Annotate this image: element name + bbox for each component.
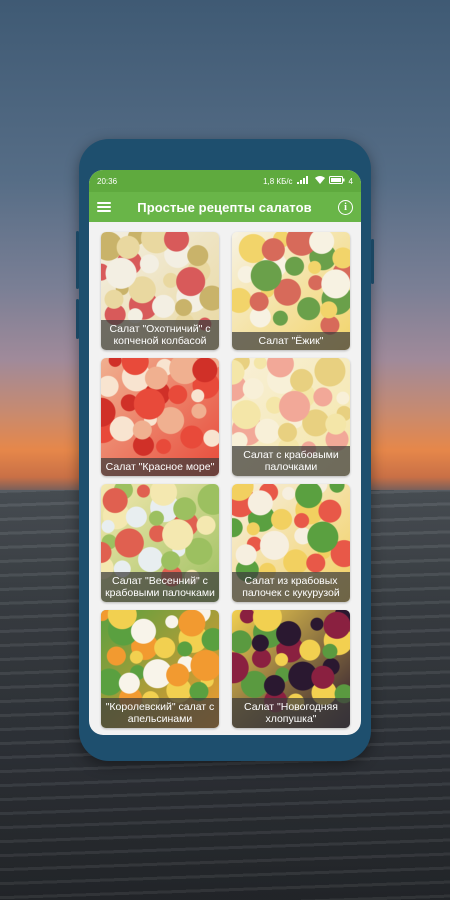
- recipe-title: Салат "Красное море": [101, 458, 219, 476]
- phone-screen: 20:36 1,8 КБ/с 4 Простые рецепты салатов…: [89, 170, 361, 735]
- recipe-title: "Королевский" салат с апельсинами: [101, 698, 219, 728]
- volume-button: [76, 231, 79, 289]
- phone-frame: 20:36 1,8 КБ/с 4 Простые рецепты салатов…: [76, 139, 374, 761]
- wifi-icon: [314, 176, 325, 186]
- recipe-title: Салат с крабовыми палочками: [232, 446, 350, 476]
- recipe-title: Салат "Охотничий" с копченой колбасой: [101, 320, 219, 350]
- recipe-card[interactable]: Салат "Красное море": [101, 358, 219, 476]
- recipe-card[interactable]: Салат из крабовых палочек с кукурузой: [232, 484, 350, 602]
- volume-button-lower: [76, 299, 79, 339]
- recipe-title: Салат из крабовых палочек с кукурузой: [232, 572, 350, 602]
- battery-icon: [328, 176, 345, 186]
- recipe-card[interactable]: "Королевский" салат с апельсинами: [101, 610, 219, 728]
- recipe-card[interactable]: Салат "Весенний" с крабовыми палочками: [101, 484, 219, 602]
- signal-icon: [296, 176, 311, 186]
- info-icon[interactable]: i: [338, 199, 353, 215]
- page-title: Простые рецепты салатов: [137, 199, 312, 215]
- status-time: 20:36: [97, 176, 118, 186]
- recipe-card[interactable]: Салат "Ёжик": [232, 232, 350, 350]
- power-button: [371, 239, 374, 284]
- recipe-card[interactable]: Салат "Новогодняя хлопушка": [232, 610, 350, 728]
- status-bar: 20:36 1,8 КБ/с 4: [89, 170, 361, 192]
- status-indicators: 1,8 КБ/с 4: [263, 176, 353, 186]
- app-bar: Простые рецепты салатов i: [89, 192, 361, 222]
- recipe-title: Салат "Ёжик": [232, 332, 350, 350]
- recipe-grid: Салат "Охотничий" с копченой колбасой Сал…: [101, 232, 351, 728]
- hamburger-menu-icon[interactable]: [97, 202, 111, 212]
- recipe-card[interactable]: Салат с крабовыми палочками: [232, 358, 350, 476]
- battery-level: 4: [348, 176, 353, 186]
- network-speed: 1,8 КБ/с: [263, 176, 293, 186]
- recipe-title: Салат "Новогодняя хлопушка": [232, 698, 350, 728]
- recipe-title: Салат "Весенний" с крабовыми палочками: [101, 572, 219, 602]
- recipe-card[interactable]: Салат "Охотничий" с копченой колбасой: [101, 232, 219, 350]
